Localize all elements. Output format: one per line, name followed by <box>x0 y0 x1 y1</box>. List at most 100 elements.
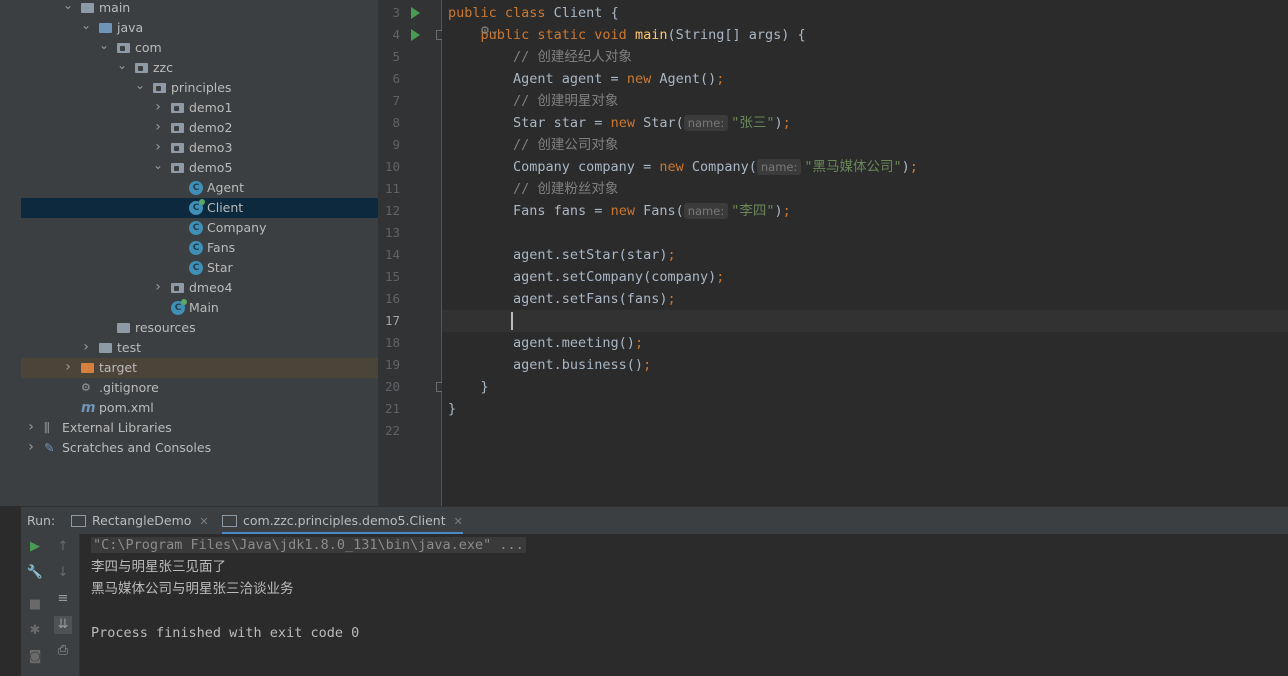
line-number: 9 <box>392 137 400 152</box>
tab-rectangledemo[interactable]: RectangleDemo ✕ <box>71 507 209 535</box>
tree-item-external-libraries[interactable]: › ⫼ External Libraries <box>21 418 378 438</box>
arrow-down-icon[interactable]: ↓ <box>54 564 72 582</box>
line-number: 15 <box>384 269 400 284</box>
close-icon[interactable]: ✕ <box>454 515 463 528</box>
class-icon: C <box>189 181 203 195</box>
tree-item-java[interactable]: ⌄ java <box>21 18 378 38</box>
tree-item-label: Company <box>207 220 267 235</box>
tree-item-agent[interactable]: C Agent <box>21 178 378 198</box>
runnable-class-icon: C <box>189 199 205 215</box>
tree-item-target[interactable]: › target <box>21 358 378 378</box>
chevron-down-icon[interactable]: ⌄ <box>80 18 92 38</box>
package-icon <box>117 43 130 53</box>
folder-icon <box>99 343 112 353</box>
chevron-right-icon[interactable]: › <box>152 138 164 158</box>
tree-item-demo3[interactable]: › demo3 <box>21 138 378 158</box>
tree-item-zzc[interactable]: ⌄ zzc <box>21 58 378 78</box>
project-tree-panel: ⌄ main ⌄ java ⌄ com ⌄ zzc ⌄ principles › demo1 › demo… <box>21 0 378 506</box>
line-number: 12 <box>384 203 400 218</box>
run-gutter-icon[interactable] <box>411 7 420 19</box>
code-line: agent.setStar(star); <box>448 247 676 263</box>
tree-item-label: main <box>99 0 131 15</box>
tree-item-label: Scratches and Consoles <box>62 440 212 455</box>
folder-icon <box>81 3 94 13</box>
arrow-up-icon[interactable]: ↑ <box>54 538 72 556</box>
parameter-hint: name: <box>683 203 729 219</box>
chevron-right-icon[interactable]: › <box>25 438 37 458</box>
run-config-icon <box>71 514 86 527</box>
wrench-icon[interactable]: 🔧 <box>26 564 44 582</box>
stop-icon[interactable]: ■ <box>26 596 44 614</box>
rerun-icon[interactable]: ▶ <box>26 538 44 556</box>
tree-item-demo1[interactable]: › demo1 <box>21 98 378 118</box>
tree-item-pom-xml[interactable]: m pom.xml <box>21 398 378 418</box>
editor-gutter: 3 4 5 6 7 8 9 10 11 12 13 14 15 16 17 18 19 20 21 22 <box>378 0 445 506</box>
chevron-right-icon[interactable]: › <box>80 338 92 358</box>
tree-item-com[interactable]: ⌄ com <box>21 38 378 58</box>
line-number: 5 <box>392 49 400 64</box>
chevron-down-icon[interactable]: ⌄ <box>134 78 146 98</box>
code-line: agent.business(); <box>448 357 652 373</box>
tree-item-label: pom.xml <box>99 400 154 415</box>
tree-item-star[interactable]: C Star <box>21 258 378 278</box>
tree-item-gitignore[interactable]: ⚙ .gitignore <box>21 378 378 398</box>
line-number: 8 <box>392 115 400 130</box>
tree-item-resources[interactable]: resources <box>21 318 378 338</box>
chevron-down-icon[interactable]: ⌄ <box>116 58 128 78</box>
code-line: Agent agent = new Agent(); <box>448 71 725 87</box>
tree-item-label: Agent <box>207 180 244 195</box>
tree-item-label: dmeo4 <box>189 280 233 295</box>
tree-item-demo2[interactable]: › demo2 <box>21 118 378 138</box>
tree-item-label: Client <box>207 200 244 215</box>
chevron-right-icon[interactable]: › <box>152 278 164 298</box>
libraries-icon: ⫼ <box>44 420 50 435</box>
debug-icon[interactable]: ✱ <box>26 622 44 640</box>
line-number: 16 <box>384 291 400 306</box>
code-editor[interactable]: public class Client { public static void… <box>442 0 1288 506</box>
camera-icon[interactable]: ◙ <box>26 648 44 666</box>
chevron-right-icon[interactable]: › <box>62 358 74 378</box>
tab-client[interactable]: com.zzc.principles.demo5.Client ✕ <box>222 507 463 535</box>
code-line: public static void main(String[] args) { <box>480 27 806 43</box>
scroll-to-end-icon[interactable]: ⇊ <box>54 616 72 634</box>
soft-wrap-icon[interactable]: ≡ <box>54 590 72 608</box>
chevron-down-icon[interactable]: ⌄ <box>152 158 164 178</box>
tree-item-label: demo5 <box>189 160 233 175</box>
class-icon: C <box>189 241 203 255</box>
tree-item-company[interactable]: C Company <box>21 218 378 238</box>
print-icon[interactable]: ⎙ <box>54 642 72 660</box>
class-icon: C <box>189 261 203 275</box>
tree-item-main[interactable]: C Main <box>21 298 378 318</box>
line-number: 22 <box>384 423 400 438</box>
tree-item-label: resources <box>135 320 196 335</box>
code-line: } <box>448 401 457 417</box>
tree-item-label: java <box>117 20 144 35</box>
chevron-down-icon[interactable]: ⌄ <box>98 38 110 58</box>
run-gutter-icon[interactable] <box>411 29 420 41</box>
code-line: } <box>448 379 489 395</box>
parameter-hint: name: <box>756 159 802 175</box>
line-number: 17 <box>384 313 400 328</box>
tree-item-main[interactable]: ⌄ main <box>21 0 378 18</box>
code-line: // 创建明星对象 <box>448 93 619 109</box>
chevron-down-icon[interactable]: ⌄ <box>62 0 74 18</box>
chevron-right-icon[interactable]: › <box>152 98 164 118</box>
tree-item-client[interactable]: C Client <box>21 198 378 218</box>
tree-item-scratches-and-consoles[interactable]: › ✎ Scratches and Consoles <box>21 438 378 458</box>
chevron-right-icon[interactable]: › <box>152 118 164 138</box>
file-icon: ⚙ <box>81 381 91 394</box>
tree-item-fans[interactable]: C Fans <box>21 238 378 258</box>
tree-item-dmeo4[interactable]: › dmeo4 <box>21 278 378 298</box>
tree-item-label: zzc <box>153 60 173 75</box>
close-icon[interactable]: ✕ <box>199 515 208 528</box>
tree-item-test[interactable]: › test <box>21 338 378 358</box>
console-output[interactable]: "C:\Program Files\Java\jdk1.8.0_131\bin\… <box>80 534 1288 676</box>
tree-item-principles[interactable]: ⌄ principles <box>21 78 378 98</box>
tree-item-label: demo2 <box>189 120 233 135</box>
package-icon <box>171 123 184 133</box>
chevron-right-icon[interactable]: › <box>25 418 37 438</box>
package-icon <box>171 283 184 293</box>
line-number: 11 <box>384 181 400 196</box>
tree-item-demo5[interactable]: ⌄ demo5 <box>21 158 378 178</box>
class-annotation-icon[interactable]: ⚙⌄ <box>480 24 499 37</box>
